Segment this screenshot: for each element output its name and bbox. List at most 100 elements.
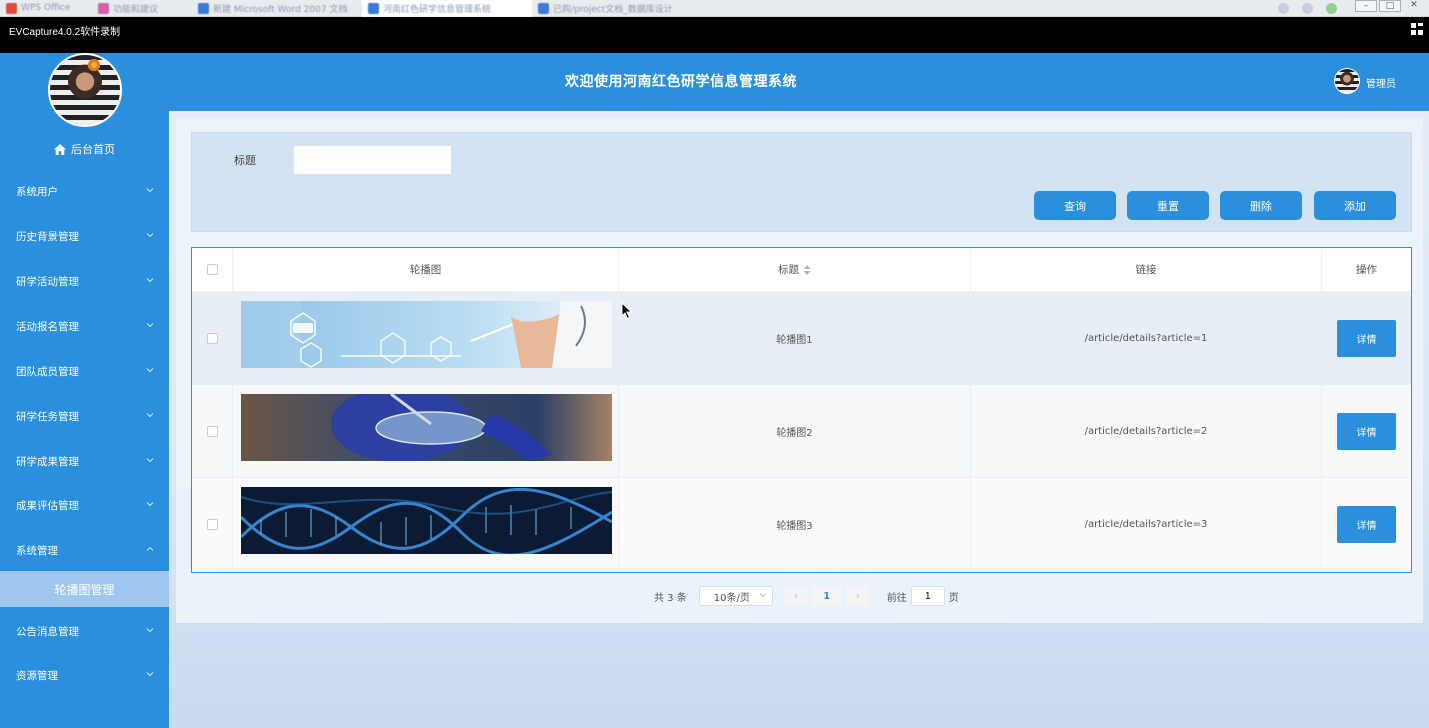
page-number-button[interactable]: 1 [811, 586, 842, 606]
browser-tab[interactable]: 已购/project文档_数据库设计 [532, 0, 702, 17]
row-checkbox[interactable] [206, 332, 218, 344]
carousel-image [241, 301, 612, 368]
chevron-down-icon [146, 458, 154, 463]
sort-icon[interactable] [803, 264, 811, 275]
actions-cell: 详情 [1322, 292, 1411, 384]
top-header: 欢迎使用河南红色研学信息管理系统 管理员 [169, 53, 1429, 111]
sidebar-item-label: 研学活动管理 [16, 275, 79, 288]
next-page-button[interactable]: › [846, 586, 869, 606]
delete-button[interactable]: 删除 [1220, 191, 1302, 220]
goto-page-input[interactable] [910, 586, 945, 606]
tab-favicon-icon [98, 2, 109, 14]
tab-favicon-icon [6, 2, 17, 14]
title-cell: 轮播图2 [619, 385, 971, 477]
sidebar-item[interactable]: 活动报名管理 [0, 304, 169, 348]
row-checkbox[interactable] [206, 518, 218, 530]
page-title: 欢迎使用河南红色研学信息管理系统 [565, 74, 797, 90]
recorder-menu-icon[interactable] [1411, 23, 1423, 35]
carousel-image [241, 386, 612, 462]
prev-page-button[interactable]: ‹ [784, 586, 807, 606]
link-cell: /article/details?article=1 [971, 292, 1322, 384]
tab-favicon-icon [198, 2, 209, 14]
chevron-down-icon [146, 233, 154, 238]
details-button[interactable]: 详情 [1337, 505, 1396, 543]
carousel-image-cell [233, 478, 619, 570]
row-select-cell [192, 478, 233, 570]
sidebar-item[interactable]: 系统管理 [0, 528, 169, 572]
carousel-image [239, 487, 613, 557]
pagination: 共 3 条 10条/页 ‹ 1 › 前往 页 [654, 586, 959, 606]
minimize-button[interactable]: – [1355, 0, 1377, 12]
details-button[interactable]: 详情 [1337, 319, 1396, 357]
maximize-button[interactable]: □ [1379, 0, 1401, 12]
sidebar-item-label: 公告消息管理 [16, 625, 79, 638]
sidebar-item[interactable]: 系统用户 [0, 169, 169, 213]
row-select-cell [192, 385, 233, 477]
sidebar: 后台首页 轮播图管理 系统用户 历史背景管理 研学活动管理 活动报名管理 团队成员管理研… [0, 53, 169, 728]
sidebar-item[interactable]: 研学任务管理 [0, 394, 169, 438]
table-row[interactable]: 轮播图2/article/details?article=2 详情 [192, 385, 1411, 478]
sidebar-item-label: 系统用户 [16, 185, 58, 198]
user-avatar[interactable] [1334, 68, 1360, 94]
chevron-down-icon [146, 278, 154, 283]
toolbar-icon[interactable] [1302, 3, 1313, 14]
chevron-down-icon [146, 368, 154, 373]
goto-label: 前往 [886, 592, 907, 604]
link-cell: /article/details?article=2 [971, 385, 1322, 477]
chevron-down-icon [146, 628, 154, 633]
sidebar-home-label: 后台首页 [71, 143, 115, 156]
table-header-select [192, 248, 233, 292]
chevron-down-icon [759, 593, 767, 598]
sidebar-item-label: 系统管理 [16, 544, 58, 557]
sidebar-item[interactable]: 历史背景管理 [0, 214, 169, 258]
user-role-label[interactable]: 管理员 [1366, 75, 1396, 90]
browser-tab[interactable]: 新建 Microsoft Word 2007 文档 [192, 0, 362, 17]
reset-button[interactable]: 重置 [1127, 191, 1209, 220]
recorder-title: EVCapture4.0.2软件录制 [9, 27, 121, 38]
sidebar-item[interactable]: 研学活动管理 [0, 259, 169, 303]
column-header-image: 轮播图 [233, 248, 619, 292]
sidebar-item[interactable]: 研学成果管理 [0, 439, 169, 483]
tab-favicon-icon [368, 2, 379, 14]
page-size-select[interactable]: 10条/页 [698, 586, 773, 606]
sidebar-item-label: 研学任务管理 [16, 410, 79, 423]
chevron-down-icon [146, 413, 154, 418]
sidebar-item-label: 成果评估管理 [16, 499, 79, 512]
column-header-title-label: 标题 [778, 264, 799, 276]
select-all-checkbox[interactable] [206, 264, 218, 275]
browser-tab[interactable]: 河南红色研学信息管理系统 [362, 0, 532, 17]
sidebar-subitem-carousel[interactable]: 轮播图管理 [0, 571, 169, 607]
browser-tab[interactable]: 功能和建议 [92, 0, 192, 17]
column-header-title[interactable]: 标题 [619, 248, 971, 292]
sidebar-home-link[interactable]: 后台首页 [0, 139, 169, 159]
chevron-down-icon [146, 188, 154, 193]
title-filter-label: 标题 [234, 154, 256, 167]
toolbar-icon[interactable] [1326, 3, 1337, 14]
sidebar-item[interactable]: 成果评估管理 [0, 483, 169, 527]
toolbar-icon[interactable] [1278, 3, 1289, 14]
sidebar-item[interactable]: 公告消息管理 [0, 609, 169, 653]
actions-cell: 详情 [1322, 478, 1411, 570]
table-row[interactable]: 轮播图1/article/details?article=1 详情 [192, 292, 1411, 385]
add-button[interactable]: 添加 [1314, 191, 1396, 220]
sidebar-item-label: 资源管理 [16, 669, 58, 682]
browser-tab[interactable]: WPS Office [0, 0, 92, 17]
sidebar-item[interactable]: 资源管理 [0, 653, 169, 697]
page-size-value: 10条/页 [713, 592, 750, 604]
link-cell: /article/details?article=3 [971, 478, 1322, 570]
query-button[interactable]: 查询 [1034, 191, 1116, 220]
mouse-cursor-icon [621, 302, 633, 320]
title-cell: 轮播图1 [619, 292, 971, 384]
details-button[interactable]: 详情 [1337, 412, 1396, 450]
close-button[interactable]: ✕ [1403, 0, 1425, 12]
sidebar-item[interactable]: 团队成员管理 [0, 349, 169, 393]
sidebar-item-label: 活动报名管理 [16, 320, 79, 333]
carousel-table: 轮播图 标题 链接 操作 轮播图1/article/details?articl… [191, 247, 1412, 573]
row-checkbox[interactable] [206, 425, 218, 437]
title-search-input[interactable] [293, 145, 452, 175]
carousel-image-cell [233, 292, 619, 384]
recorder-bar: EVCapture4.0.2软件录制 [0, 17, 1429, 53]
chevron-down-icon [146, 672, 154, 677]
table-row[interactable]: 轮播图3/article/details?article=3 详情 [192, 478, 1411, 571]
pagination-total: 共 3 条 [654, 592, 687, 604]
